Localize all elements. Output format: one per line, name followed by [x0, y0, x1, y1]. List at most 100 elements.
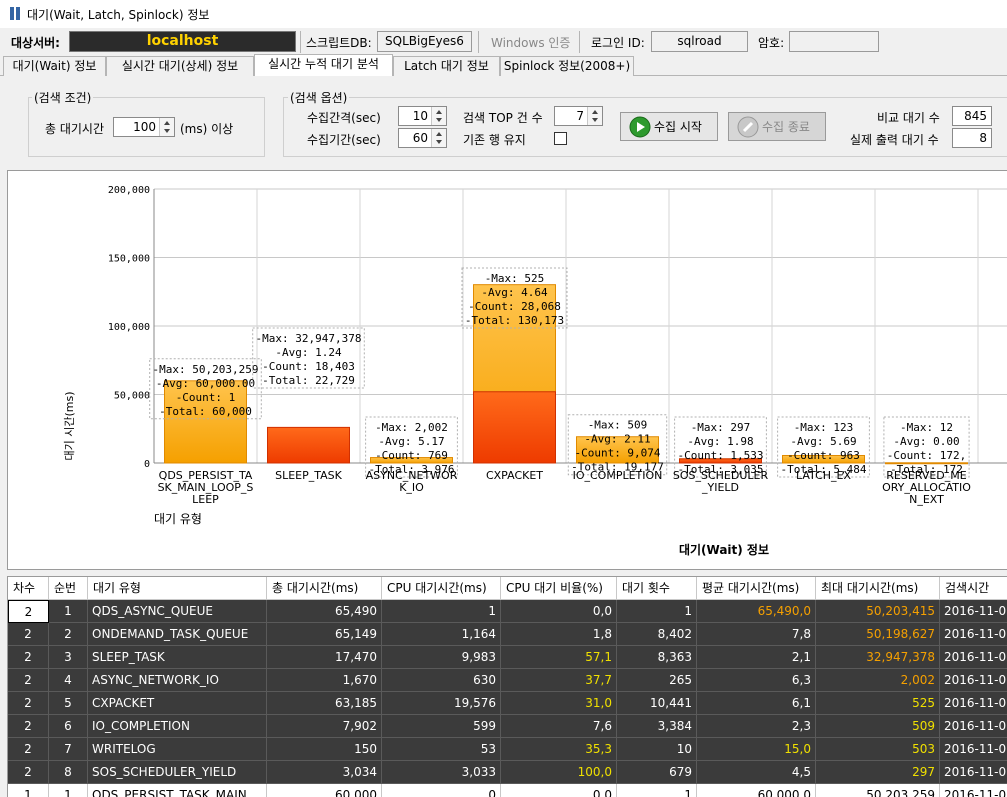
compare-count-field[interactable]: 845 [952, 106, 992, 126]
column-header[interactable]: 대기 횟수 [617, 577, 697, 600]
table-cell[interactable]: 0,0 [501, 600, 617, 623]
table-cell[interactable]: 2016-11-02 [940, 784, 1007, 797]
table-cell[interactable]: 7,6 [501, 715, 617, 738]
table-cell[interactable]: 60,000,0 [697, 784, 816, 797]
table-cell[interactable]: 599 [382, 715, 501, 738]
table-cell[interactable]: 150 [267, 738, 382, 761]
table-cell[interactable]: 2016-11-02 [940, 623, 1007, 646]
table-cell[interactable]: 2 [8, 761, 49, 784]
table-cell[interactable]: 63,185 [267, 692, 382, 715]
table-cell[interactable]: 8 [49, 761, 88, 784]
tab-realtime-cumulative[interactable]: 실시간 누적 대기 분석 [254, 54, 393, 76]
table-cell[interactable]: 2016-11-02 [940, 600, 1007, 623]
table-cell[interactable]: 1 [8, 784, 49, 797]
tab-realtime-detail[interactable]: 실시간 대기(상세) 정보 [106, 56, 254, 76]
column-header[interactable]: 대기 유형 [88, 577, 267, 600]
duration-stepper[interactable]: 60 [398, 128, 447, 148]
table-cell[interactable]: 2 [8, 692, 49, 715]
table-cell[interactable]: 2 [8, 715, 49, 738]
table-cell[interactable]: 50,203,259 [816, 784, 940, 797]
column-header[interactable]: 총 대기시간(ms) [267, 577, 382, 600]
table-cell[interactable]: 35,3 [501, 738, 617, 761]
table-cell[interactable]: 50,203,415 [816, 600, 940, 623]
column-header[interactable]: CPU 대기 비율(%) [501, 577, 617, 600]
table-cell[interactable]: QDS_ASYNC_QUEUE [88, 600, 267, 623]
table-cell[interactable]: 2016-11-02 [940, 761, 1007, 784]
table-cell[interactable]: 525 [816, 692, 940, 715]
wait-table[interactable]: 차수 순번 대기 유형 총 대기시간(ms) CPU 대기시간(ms) CPU 대기 비율… [7, 576, 1007, 797]
table-cell[interactable]: 4 [49, 669, 88, 692]
table-cell[interactable]: 65,149 [267, 623, 382, 646]
table-cell[interactable]: 265 [617, 669, 697, 692]
table-cell[interactable]: 3 [49, 646, 88, 669]
table-cell[interactable]: 2,3 [697, 715, 816, 738]
tab-spinlock[interactable]: Spinlock 정보(2008+) [500, 56, 634, 76]
spinner-arrows-icon[interactable] [159, 118, 174, 136]
table-cell[interactable]: SLEEP_TASK [88, 646, 267, 669]
column-header[interactable]: 평균 대기시간(ms) [697, 577, 816, 600]
table-cell[interactable]: 3,033 [382, 761, 501, 784]
table-cell[interactable]: 50,198,627 [816, 623, 940, 646]
table-cell[interactable]: 1,164 [382, 623, 501, 646]
table-cell[interactable]: 53 [382, 738, 501, 761]
stop-collect-button[interactable]: 수집 종료 [728, 112, 826, 141]
table-cell[interactable]: 2,1 [697, 646, 816, 669]
column-header[interactable]: 순번 [49, 577, 88, 600]
table-cell[interactable]: 19,576 [382, 692, 501, 715]
table-cell[interactable]: 3,034 [267, 761, 382, 784]
table-cell[interactable]: 2016-11-02 [940, 692, 1007, 715]
table-cell[interactable]: 2 [8, 600, 49, 623]
column-header[interactable]: 최대 대기시간(ms) [816, 577, 940, 600]
spinner-arrows-icon[interactable] [587, 107, 602, 125]
table-cell[interactable]: 630 [382, 669, 501, 692]
table-cell[interactable]: 10 [617, 738, 697, 761]
table-cell[interactable]: 2 [8, 738, 49, 761]
table-cell[interactable]: 0,0 [501, 784, 617, 797]
table-cell[interactable]: 1 [382, 600, 501, 623]
table-cell[interactable]: CXPACKET [88, 692, 267, 715]
table-cell[interactable]: SOS_SCHEDULER_YIELD [88, 761, 267, 784]
table-cell[interactable]: 1 [49, 784, 88, 797]
tab-latch[interactable]: Latch 대기 정보 [393, 56, 500, 76]
table-cell[interactable]: 57,1 [501, 646, 617, 669]
table-cell[interactable]: 37,7 [501, 669, 617, 692]
table-cell[interactable]: 2016-11-02 [940, 669, 1007, 692]
table-cell[interactable]: 8,363 [617, 646, 697, 669]
table-cell[interactable]: 15,0 [697, 738, 816, 761]
login-field[interactable]: sqlroad [651, 31, 748, 52]
table-cell[interactable]: ASYNC_NETWORK_IO [88, 669, 267, 692]
table-cell[interactable]: 2016-11-02 [940, 715, 1007, 738]
table-cell[interactable]: IO_COMPLETION [88, 715, 267, 738]
start-collect-button[interactable]: 수집 시작 [620, 112, 718, 141]
table-cell[interactable]: 65,490 [267, 600, 382, 623]
table-cell[interactable]: 17,470 [267, 646, 382, 669]
table-cell[interactable]: 7,8 [697, 623, 816, 646]
table-cell[interactable]: 2 [49, 623, 88, 646]
actual-count-field[interactable]: 8 [952, 128, 992, 148]
auth-mode[interactable]: Windows 인증 [491, 34, 570, 51]
table-cell[interactable]: 5 [49, 692, 88, 715]
table-cell[interactable]: 2016-11-02 [940, 646, 1007, 669]
table-cell[interactable]: 7 [49, 738, 88, 761]
top-count-stepper[interactable]: 7 [554, 106, 603, 126]
tab-wait-info[interactable]: 대기(Wait) 정보 [3, 56, 106, 76]
table-cell[interactable]: 1 [617, 600, 697, 623]
table-cell[interactable]: 297 [816, 761, 940, 784]
table-cell[interactable]: 1 [49, 600, 88, 623]
table-cell[interactable]: 6 [49, 715, 88, 738]
table-cell[interactable]: 65,490,0 [697, 600, 816, 623]
table-cell[interactable]: 2,002 [816, 669, 940, 692]
table-cell[interactable]: 2 [8, 669, 49, 692]
table-cell[interactable]: 2016-11-02 [940, 738, 1007, 761]
table-cell[interactable]: 6,1 [697, 692, 816, 715]
table-cell[interactable]: 2 [8, 623, 49, 646]
table-cell[interactable]: 31,0 [501, 692, 617, 715]
table-cell[interactable]: 8,402 [617, 623, 697, 646]
table-cell[interactable]: ONDEMAND_TASK_QUEUE [88, 623, 267, 646]
column-header[interactable]: 차수 [8, 577, 49, 600]
server-field[interactable]: localhost [69, 31, 296, 52]
table-cell[interactable]: 2 [8, 646, 49, 669]
table-cell[interactable]: 1 [617, 784, 697, 797]
table-cell[interactable]: 100,0 [501, 761, 617, 784]
table-cell[interactable]: QDS_PERSIST_TASK_MAIN... [88, 784, 267, 797]
